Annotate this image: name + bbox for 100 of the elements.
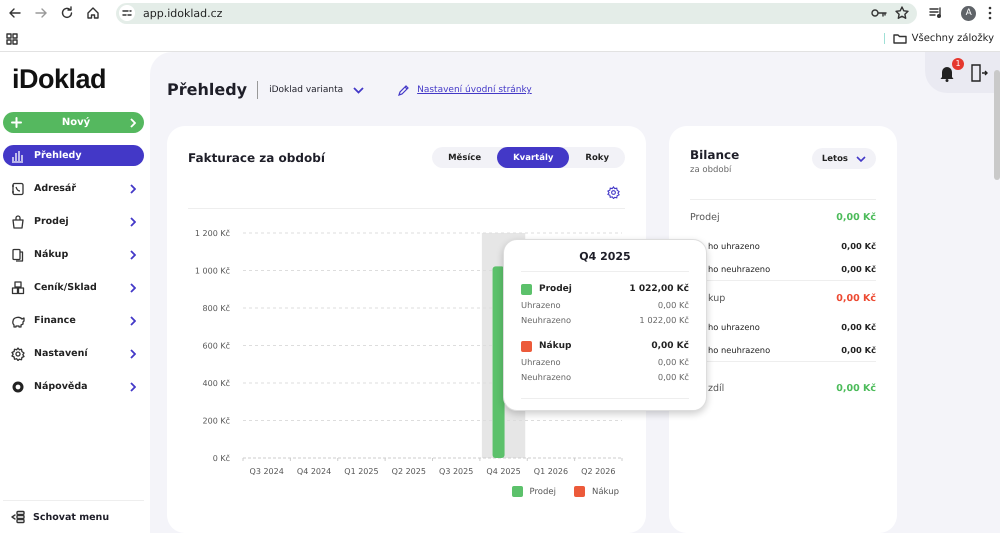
- row-label: Neuhrazeno: [521, 372, 572, 382]
- profile-avatar[interactable]: A: [961, 6, 976, 20]
- axis-label: 200 Kč: [202, 416, 230, 426]
- series-name: Prodej: [539, 284, 573, 294]
- row-label: Uhrazeno: [521, 300, 562, 310]
- sidebar-item[interactable]: Adresář: [3, 178, 144, 199]
- chevron-right-icon: [130, 250, 136, 260]
- bar[interactable]: [492, 266, 505, 458]
- chevron-right-icon: [130, 382, 136, 392]
- period-tab[interactable]: Roky: [569, 147, 625, 168]
- hide-menu-button[interactable]: Schovat menu: [3, 500, 144, 533]
- sidebar-item[interactable]: Přehledy: [3, 145, 144, 166]
- axis-label: Q3 2025: [439, 467, 474, 476]
- card-title: Fakturace za období: [188, 150, 326, 164]
- chevron-right-icon: [130, 216, 136, 226]
- card-subtitle: za období: [690, 165, 732, 175]
- home-icon[interactable]: [86, 6, 100, 20]
- axis-label: Q1 2025: [344, 467, 379, 476]
- period-dropdown[interactable]: Letos: [812, 148, 876, 169]
- axis-label: 1 200 Kč: [194, 229, 230, 238]
- row-label: Uhrazeno: [521, 356, 562, 367]
- bar-chart-icon: [11, 148, 25, 162]
- axis-label: 800 Kč: [202, 304, 230, 313]
- address-book-icon: [11, 182, 25, 196]
- row-label: Prodej: [690, 212, 721, 222]
- chevron-right-icon: [130, 348, 136, 358]
- axis-label: 400 Kč: [202, 379, 230, 388]
- page-title: Přehledy: [167, 81, 258, 99]
- settings-icon: [11, 346, 25, 360]
- axis-label: Q4 2025: [486, 467, 521, 476]
- sidebar-item[interactable]: Prodej: [3, 211, 144, 232]
- axis-label: Q3 2024: [250, 467, 284, 476]
- piggy-bank-icon: [11, 314, 25, 328]
- period-tab[interactable]: Kvartály: [497, 147, 570, 168]
- site-info-icon[interactable]: [119, 5, 135, 21]
- axis-label: Q4 2024: [296, 467, 332, 476]
- chevron-down-icon: [856, 156, 866, 162]
- apps-icon[interactable]: [6, 32, 18, 44]
- sidebar-item[interactable]: Nápověda: [3, 376, 144, 397]
- row-value: 0,00 Kč: [658, 356, 689, 367]
- row-value: 0,00 Kč: [836, 212, 876, 222]
- url-text: app.idoklad.cz: [143, 6, 222, 20]
- series-total: 1 022,00 Kč: [629, 284, 689, 294]
- chevron-right-icon: [130, 282, 136, 292]
- folder-icon[interactable]: [892, 33, 907, 44]
- sidebar-item[interactable]: Nastavení: [3, 343, 144, 364]
- axis-label: Q1 2026: [534, 467, 568, 476]
- card-title: Bilance: [690, 148, 740, 162]
- sidebar-item[interactable]: Nákup: [3, 244, 144, 265]
- chevron-right-icon: [130, 184, 136, 194]
- row-label: ho neuhrazeno: [707, 344, 772, 354]
- shopping-bag-icon: [11, 214, 25, 228]
- settings-icon[interactable]: [607, 186, 620, 199]
- row-value: 0,00 Kč: [841, 240, 876, 250]
- row-value: 0,00 Kč: [836, 292, 876, 304]
- notification-badge: 1: [952, 58, 964, 70]
- bookmarks-folder[interactable]: Všechny záložky: [884, 33, 994, 44]
- variant-dropdown[interactable]: iDoklad varianta: [269, 85, 364, 95]
- axis-label: Q2 2026: [581, 467, 616, 476]
- media-icon[interactable]: [929, 6, 944, 20]
- star-icon[interactable]: [895, 6, 910, 20]
- series-total: 0,00 Kč: [651, 341, 689, 351]
- address-bar[interactable]: app.idoklad.cz: [116, 2, 918, 24]
- boxes-icon: [11, 280, 25, 294]
- row-label: Neuhrazeno: [521, 315, 572, 326]
- axis-label: 600 Kč: [202, 342, 230, 350]
- legend-label[interactable]: Prodej: [530, 486, 556, 496]
- period-tab[interactable]: Měsíce: [432, 147, 498, 168]
- forward-icon[interactable]: [34, 6, 48, 20]
- axis-label: Q2 2025: [392, 467, 426, 476]
- row-value: 0,00 Kč: [841, 264, 876, 274]
- reload-icon[interactable]: [60, 6, 74, 20]
- row-value: 1 022,00 Kč: [639, 315, 689, 326]
- row-value: 0,00 Kč: [836, 382, 876, 394]
- axis-label: 1 000 Kč: [194, 266, 230, 276]
- sidebar-item[interactable]: Ceník/Sklad: [3, 277, 144, 298]
- chevron-right-icon: [130, 316, 136, 326]
- sidebar-item[interactable]: Finance: [3, 310, 144, 331]
- row-value: 0,00 Kč: [658, 300, 689, 310]
- chevron-down-icon: [353, 86, 364, 94]
- plus-icon: [11, 117, 22, 128]
- more-icon[interactable]: [988, 6, 992, 20]
- help-icon: [11, 380, 25, 394]
- row-label: kup: [707, 292, 726, 304]
- row-value: 0,00 Kč: [841, 344, 876, 354]
- series-name: Nákup: [539, 341, 572, 351]
- logo: iDoklad: [11, 64, 108, 96]
- axis-label: 0 Kč: [212, 454, 230, 463]
- scrollbar[interactable]: [994, 70, 1000, 180]
- legend-label[interactable]: Nákup: [592, 486, 619, 496]
- row-label: ho uhrazeno: [707, 322, 761, 332]
- row-label: zdíl: [707, 382, 726, 394]
- back-icon[interactable]: [8, 6, 22, 20]
- tooltip-title: Q4 2025: [521, 240, 689, 272]
- settings-link[interactable]: Nastavení úvodní stránky: [417, 85, 532, 95]
- row-label: ho uhrazeno: [707, 240, 761, 250]
- documents-icon: [11, 248, 25, 262]
- pen-icon[interactable]: [397, 84, 410, 96]
- collapse-menu-icon: [11, 510, 25, 524]
- key-icon[interactable]: [871, 7, 888, 19]
